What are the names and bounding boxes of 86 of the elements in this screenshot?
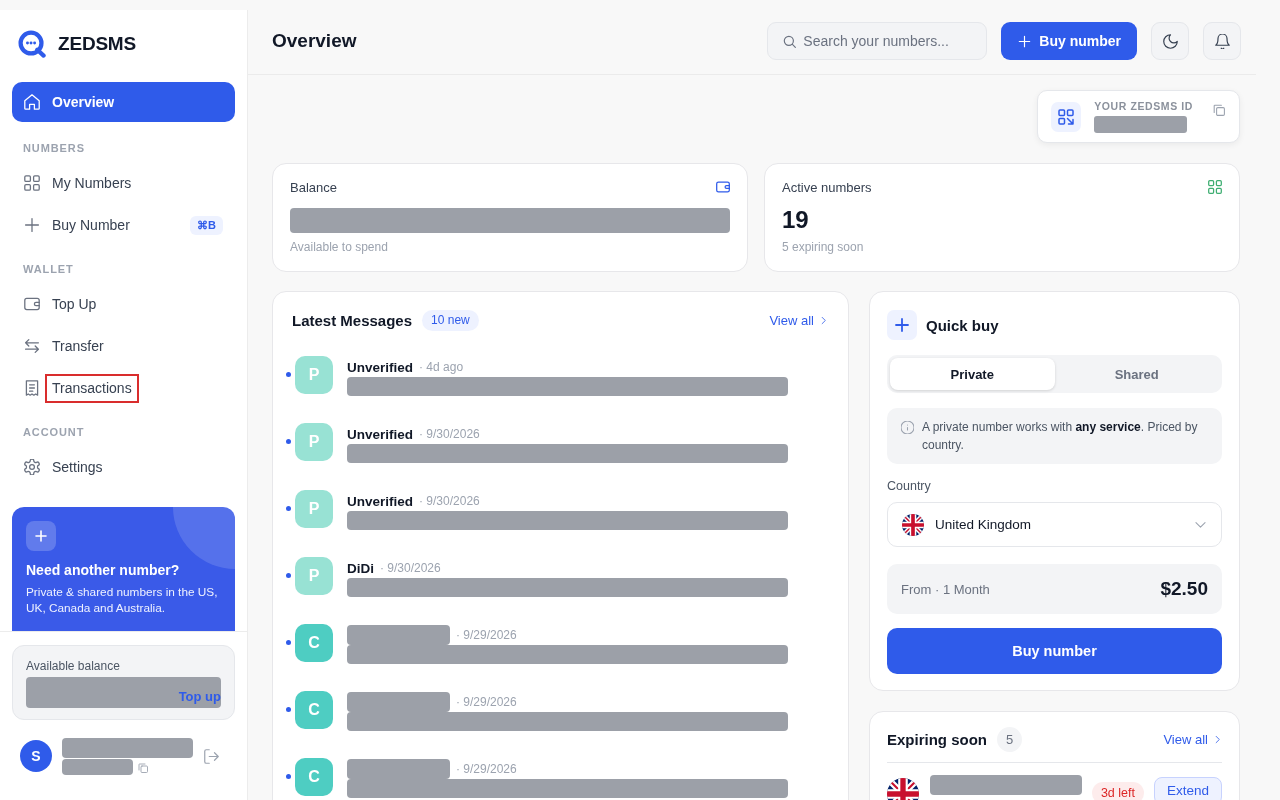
- sender-avatar: P: [295, 423, 333, 461]
- stat-caption: 5 expiring soon: [782, 240, 864, 254]
- shortcut-key: ⌘B: [190, 215, 223, 235]
- extend-button[interactable]: Extend: [1153, 777, 1222, 800]
- sender-avatar: C: [295, 691, 333, 729]
- price-label: From · 1 Month: [901, 581, 990, 597]
- sender-avatar: P: [295, 557, 333, 595]
- message-time: · 4d ago: [419, 360, 464, 374]
- price-value: $2.50: [1160, 578, 1208, 600]
- field-label: Country: [887, 478, 931, 494]
- balance-label: Available balance: [26, 658, 120, 674]
- brand-name: ZEDSMS: [58, 33, 136, 55]
- stat-label: Balance: [290, 179, 337, 195]
- search-icon: [783, 34, 797, 48]
- copy-icon[interactable]: [1213, 104, 1225, 116]
- plus-icon[interactable]: [26, 521, 56, 551]
- message-time: · 9/30/2026: [380, 561, 441, 575]
- grid-icon: [24, 175, 40, 191]
- settings-icon: [24, 459, 40, 475]
- bell-icon: [1214, 33, 1230, 49]
- view-all-link[interactable]: View all: [1163, 732, 1222, 747]
- plus-icon: [1018, 34, 1032, 48]
- card-title: Quick buy: [926, 316, 999, 334]
- wallet-icon: [716, 180, 730, 194]
- nav-item[interactable]: Settings: [12, 449, 235, 485]
- chevron-right-icon: [819, 315, 828, 325]
- stat-label: Active numbers: [782, 179, 872, 195]
- notifications-button[interactable]: [1203, 22, 1241, 60]
- message-time: · 9/29/2026: [456, 762, 517, 776]
- buy-number-button[interactable]: Buy number: [887, 628, 1222, 674]
- flag-icon: [902, 513, 924, 536]
- id-label: YOUR ZEDSMS ID: [1094, 100, 1193, 113]
- promo-text: Private & shared numbers in the US, UK, Canada and Australia.: [26, 584, 219, 616]
- type-tab[interactable]: Shared: [1054, 358, 1219, 390]
- plus-icon: [24, 217, 40, 233]
- sender-avatar: C: [295, 758, 333, 796]
- plus-icon: [887, 310, 917, 340]
- nav-item[interactable]: Buy Number ⌘B: [12, 207, 235, 243]
- sender-name: Unverified: [347, 426, 414, 442]
- copy-icon[interactable]: [138, 762, 148, 773]
- logo-icon: [18, 30, 46, 58]
- sender-avatar: C: [295, 624, 333, 662]
- page-title: Overview: [272, 30, 357, 52]
- section-label: WALLET: [23, 263, 74, 275]
- moon-icon: [1162, 33, 1178, 49]
- section-label: ACCOUNT: [23, 426, 85, 438]
- card-title: Expiring soon: [887, 731, 987, 748]
- nav-item[interactable]: Overview: [12, 82, 235, 122]
- swap-arrows-icon: [24, 338, 40, 354]
- new-count-pill: 10 new: [422, 309, 479, 331]
- days-left-pill: 3d left: [1091, 782, 1144, 800]
- grid-icon: [1208, 180, 1222, 194]
- sender-avatar: P: [295, 490, 333, 528]
- nav-item[interactable]: My Numbers: [12, 165, 235, 201]
- buy-number-button[interactable]: Buy number: [1001, 22, 1137, 60]
- stat-caption: Available to spend: [290, 240, 388, 254]
- type-tab[interactable]: Private: [890, 358, 1055, 390]
- message-time: · 9/30/2026: [419, 494, 480, 508]
- section-label: NUMBERS: [23, 142, 85, 154]
- home-icon: [24, 94, 40, 110]
- nav-item[interactable]: Transfer: [12, 328, 235, 364]
- receipt-icon: [24, 380, 40, 396]
- user-avatar: S: [20, 740, 52, 772]
- sender-name: Unverified: [347, 359, 414, 375]
- info-text: A private number works with any service. Priced by country.: [922, 419, 1199, 454]
- logout-icon[interactable]: [204, 748, 219, 764]
- stat-value: 19: [782, 206, 809, 234]
- nav-item[interactable]: Transactions: [12, 370, 235, 406]
- message-time: · 9/30/2026: [419, 427, 480, 441]
- theme-toggle-button[interactable]: [1151, 22, 1189, 60]
- search-field[interactable]: Search your numbers...: [767, 22, 988, 60]
- nav-item[interactable]: Top Up: [12, 286, 235, 322]
- message-time: · 9/29/2026: [456, 695, 517, 709]
- promo-title: Need another number?: [26, 561, 180, 579]
- info-icon: [901, 421, 914, 434]
- sender-avatar: P: [295, 356, 333, 394]
- sender-name: Unverified: [347, 493, 414, 509]
- view-all-link[interactable]: View all: [769, 312, 828, 328]
- sender-name: DiDi: [347, 560, 374, 576]
- count-pill: 5: [997, 727, 1022, 752]
- chevron-right-icon: [1213, 735, 1222, 744]
- qr-code-icon: [1051, 101, 1082, 132]
- message-time: · 9/29/2026: [456, 628, 517, 642]
- wallet-icon: [24, 296, 40, 312]
- card-title: Latest Messages: [292, 311, 413, 329]
- country-select[interactable]: United Kingdom: [887, 502, 1222, 547]
